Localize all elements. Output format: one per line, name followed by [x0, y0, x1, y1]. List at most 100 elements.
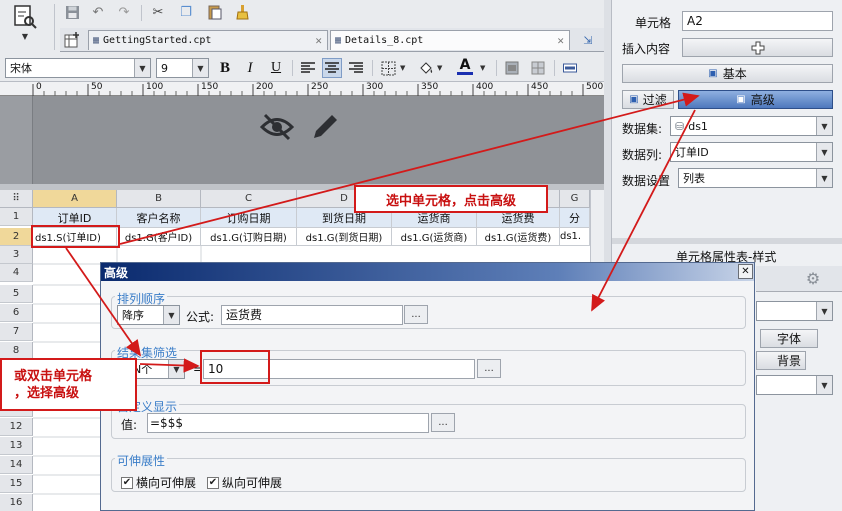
- custom-value-ellipsis-button[interactable]: ...: [431, 413, 455, 432]
- row-header[interactable]: 3: [0, 246, 33, 264]
- merge-cells-icon[interactable]: [502, 58, 522, 78]
- column-header[interactable]: B: [117, 190, 201, 208]
- row-header[interactable]: 13: [0, 437, 33, 455]
- row-header[interactable]: 5: [0, 285, 33, 303]
- cut-icon[interactable]: ✂: [148, 2, 168, 22]
- filter-ellipsis-button[interactable]: ...: [477, 359, 501, 378]
- italic-button[interactable]: I: [240, 58, 260, 78]
- tab-label: GettingStarted.cpt: [103, 35, 212, 46]
- chevron-down-icon[interactable]: ▼: [163, 306, 179, 324]
- close-icon[interactable]: ✕: [315, 34, 322, 47]
- format-painter-icon[interactable]: [232, 2, 252, 22]
- toolbar-divider: [372, 60, 373, 76]
- close-icon[interactable]: ✕: [557, 34, 564, 47]
- custom-value-field[interactable]: =$$$: [147, 413, 429, 433]
- row-header[interactable]: 4: [0, 264, 33, 282]
- paste-icon[interactable]: [204, 2, 224, 22]
- data-cell[interactable]: ds1.: [560, 228, 590, 246]
- column-header[interactable]: A: [33, 190, 117, 208]
- checkmark-icon[interactable]: ✔: [207, 476, 219, 489]
- advanced-button[interactable]: ▣ 高级: [678, 90, 833, 109]
- sheet-corner[interactable]: ⠿: [0, 190, 33, 208]
- chevron-down-icon[interactable]: ▼: [134, 59, 150, 77]
- row-header[interactable]: 2: [0, 228, 33, 246]
- chevron-down-icon[interactable]: ▼: [480, 64, 485, 72]
- fill-color-icon[interactable]: [416, 58, 436, 78]
- row-header[interactable]: 14: [0, 456, 33, 474]
- data-cell[interactable]: ds1.G(运货费): [477, 228, 560, 246]
- tab-getting-started[interactable]: ▦ GettingStarted.cpt ✕: [88, 30, 328, 50]
- chevron-down-icon[interactable]: ▼: [816, 169, 832, 187]
- column-header[interactable]: G: [560, 190, 590, 208]
- dataset-select[interactable]: ⛁ ds1 ▼: [670, 116, 833, 136]
- header-cell[interactable]: 客户名称: [117, 208, 201, 228]
- column-header[interactable]: C: [201, 190, 297, 208]
- background-select[interactable]: ▼: [756, 375, 833, 395]
- header-cell[interactable]: 订购日期: [201, 208, 297, 228]
- align-right-icon[interactable]: [346, 58, 366, 78]
- undo-icon[interactable]: ↶: [88, 2, 108, 22]
- insert-content-button[interactable]: [682, 38, 833, 57]
- basic-button[interactable]: ▣ 基本: [622, 64, 833, 83]
- font-family-select[interactable]: 宋体 ▼: [5, 58, 151, 78]
- row-header[interactable]: 15: [0, 475, 33, 493]
- horizontal-expand-label: 横向可伸展: [136, 476, 197, 490]
- data-column-select[interactable]: 订单ID ▼: [670, 142, 833, 162]
- panel-divider: [612, 238, 842, 244]
- row-header[interactable]: 6: [0, 304, 33, 322]
- dialog-close-button[interactable]: ✕: [738, 264, 753, 279]
- new-tab-icon[interactable]: [62, 30, 82, 50]
- chevron-down-icon[interactable]: ▼: [437, 64, 442, 72]
- header-cell[interactable]: 分: [560, 208, 590, 228]
- data-setting-select[interactable]: 列表 ▼: [678, 168, 833, 188]
- save-icon[interactable]: [62, 2, 82, 22]
- chevron-down-icon[interactable]: ▼: [22, 32, 28, 41]
- chevron-down-icon[interactable]: ▼: [816, 376, 832, 394]
- edit-pencil-icon[interactable]: [310, 112, 340, 142]
- data-cell[interactable]: ds1.G(订购日期): [201, 228, 297, 246]
- tab-details[interactable]: ▦ Details_8.cpt ✕: [330, 30, 570, 50]
- chevron-down-icon[interactable]: ▼: [192, 59, 208, 77]
- preview-icon[interactable]: ▼: [10, 4, 40, 44]
- checkmark-icon[interactable]: ✔: [121, 476, 133, 489]
- sort-formula-ellipsis-button[interactable]: ...: [404, 305, 428, 324]
- report-file-icon: ▦: [335, 35, 342, 46]
- sort-formula-field[interactable]: 运货费: [221, 305, 403, 325]
- hidden-eye-icon[interactable]: [260, 112, 294, 142]
- underline-button[interactable]: U: [266, 58, 286, 78]
- tab-menu-icon[interactable]: ⇲: [578, 30, 598, 50]
- font-color-icon[interactable]: A: [455, 56, 475, 76]
- border-icon[interactable]: [378, 58, 398, 78]
- insert-row-icon[interactable]: [560, 58, 580, 78]
- vertical-expand-checkbox[interactable]: ✔ 纵向可伸展: [207, 474, 282, 491]
- chevron-down-icon[interactable]: ▼: [816, 302, 832, 320]
- row-header[interactable]: 1: [0, 208, 33, 226]
- settings-gear-icon[interactable]: ⚙: [803, 268, 823, 288]
- cell-name-field[interactable]: A2: [682, 11, 833, 31]
- style-select[interactable]: ▼: [756, 301, 833, 321]
- horizontal-expand-checkbox[interactable]: ✔ 横向可伸展: [121, 474, 196, 491]
- copy-icon[interactable]: ❐: [176, 2, 196, 22]
- redo-icon[interactable]: ↷: [114, 2, 134, 22]
- chevron-down-icon[interactable]: ▼: [400, 64, 405, 72]
- align-center-icon[interactable]: [322, 58, 342, 78]
- font-size-select[interactable]: 9 ▼: [156, 58, 209, 78]
- ruler-tick-label: 150: [201, 82, 219, 92]
- split-cells-icon[interactable]: [528, 58, 548, 78]
- chevron-down-icon[interactable]: ▼: [168, 360, 184, 378]
- row-header[interactable]: 7: [0, 323, 33, 341]
- data-cell[interactable]: ds1.G(客户ID): [117, 228, 201, 246]
- row-header[interactable]: 12: [0, 418, 33, 436]
- chevron-down-icon[interactable]: ▼: [816, 143, 832, 161]
- font-button[interactable]: 字体: [760, 329, 818, 348]
- chevron-down-icon[interactable]: ▼: [816, 117, 832, 135]
- row-header[interactable]: 16: [0, 494, 33, 511]
- bold-button[interactable]: B: [215, 58, 235, 78]
- filter-button[interactable]: ▣ 过滤: [622, 90, 674, 109]
- sort-order-select[interactable]: 降序 ▼: [117, 305, 180, 325]
- align-left-icon[interactable]: [298, 58, 318, 78]
- ruler-tick-label: 400: [476, 82, 494, 92]
- background-button[interactable]: 背景: [756, 351, 806, 370]
- data-cell[interactable]: ds1.G(运货商): [392, 228, 477, 246]
- data-cell[interactable]: ds1.G(到货日期): [297, 228, 392, 246]
